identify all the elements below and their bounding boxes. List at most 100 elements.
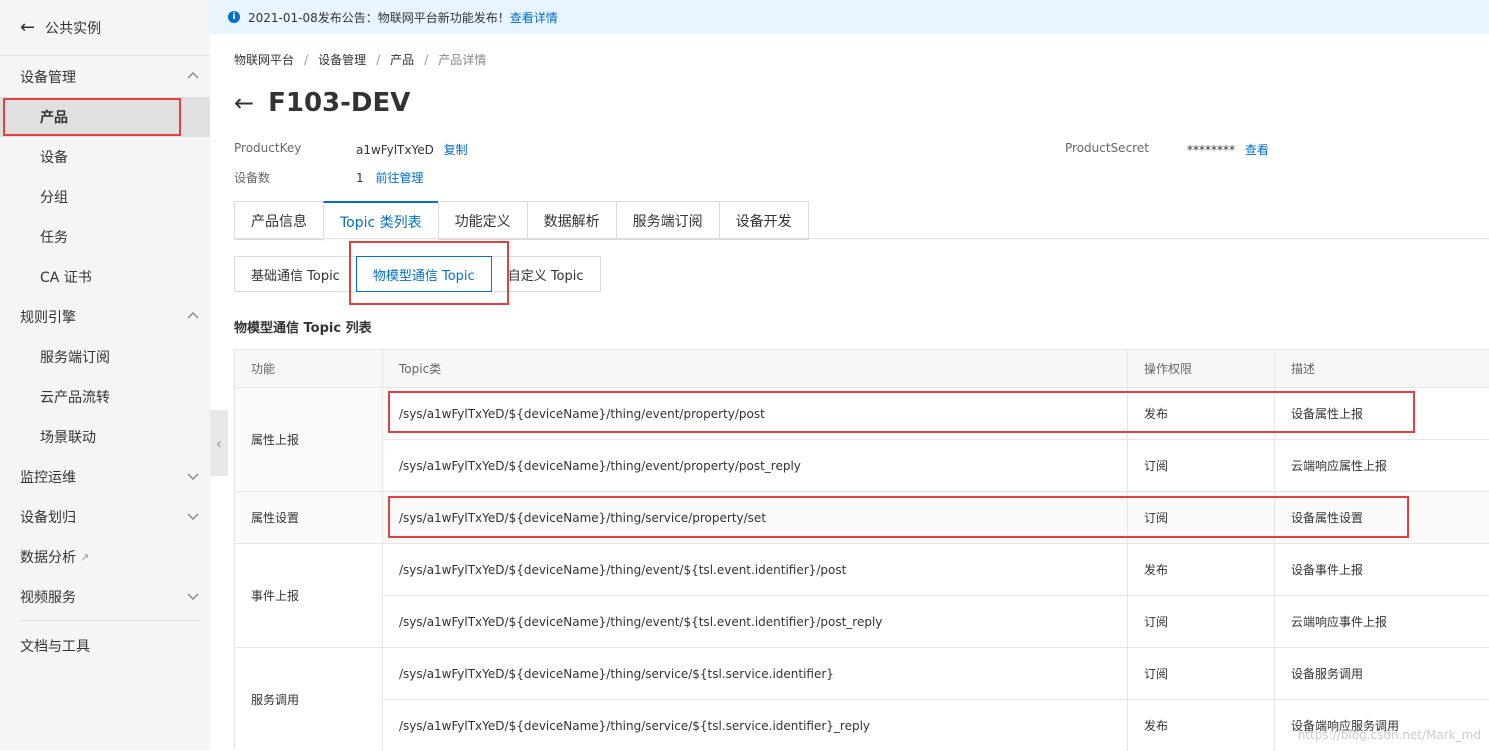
back-to-instance[interactable]: ← 公共实例 bbox=[0, 0, 210, 56]
tab-product-info[interactable]: 产品信息 bbox=[234, 201, 323, 240]
description-cell: 设备属性设置 bbox=[1275, 492, 1489, 544]
topic-cell: /sys/a1wFylTxYeD/${deviceName}/thing/eve… bbox=[383, 440, 1128, 492]
function-cell: 事件上报 bbox=[235, 544, 383, 648]
sidebar-group-label: 视频服务 bbox=[20, 590, 76, 606]
description-cell: 设备服务调用 bbox=[1275, 648, 1489, 700]
table-header-description: 描述 bbox=[1275, 350, 1489, 388]
device-count-row: 设备数 bbox=[234, 169, 270, 186]
chevron-down-icon bbox=[187, 513, 199, 520]
tab-function-definition[interactable]: 功能定义 bbox=[437, 201, 527, 240]
topic-subtabs: 基础通信 Topic 物模型通信 Topic 自定义 Topic bbox=[234, 256, 601, 292]
sidebar-group-data-analysis[interactable]: 数据分析 ↗ bbox=[0, 537, 210, 577]
sidebar-group-device-allocation[interactable]: 设备划归 bbox=[0, 497, 210, 537]
breadcrumb-item[interactable]: 设备管理 bbox=[318, 53, 366, 67]
function-cell: 属性设置 bbox=[235, 492, 383, 544]
product-key-value: a1wFylTxYeD bbox=[356, 143, 434, 157]
sidebar-group-rule-engine[interactable]: 规则引擎 bbox=[0, 297, 210, 337]
topic-table: 功能 Topic类 操作权限 描述 属性上报 /sys/a1wFylTxYeD/… bbox=[234, 349, 1489, 751]
permission-cell: 订阅 bbox=[1128, 648, 1275, 700]
sidebar-item-ca-cert[interactable]: CA 证书 bbox=[0, 257, 210, 297]
permission-cell: 发布 bbox=[1128, 388, 1275, 440]
announcement-bar: i 2021-01-08发布公告：物联网平台新功能发布！ 查看详情 bbox=[210, 0, 1489, 34]
product-tabs: 产品信息 Topic 类列表 功能定义 数据解析 服务端订阅 设备开发 bbox=[234, 201, 809, 241]
product-key-row: ProductKey bbox=[234, 141, 301, 155]
tab-label: 产品信息 bbox=[251, 213, 307, 230]
topic-cell: /sys/a1wFylTxYeD/${deviceName}/thing/ser… bbox=[383, 648, 1128, 700]
topic-cell: /sys/a1wFylTxYeD/${deviceName}/thing/eve… bbox=[383, 544, 1128, 596]
sidebar-group-video-service[interactable]: 视频服务 bbox=[0, 577, 210, 617]
subtab-basic-topic[interactable]: 基础通信 Topic bbox=[234, 256, 356, 292]
sidebar-item-group[interactable]: 分组 bbox=[0, 177, 210, 217]
sidebar-item-label: 云产品流转 bbox=[40, 390, 110, 406]
breadcrumb-separator: / bbox=[304, 53, 309, 67]
subtab-label: 自定义 Topic bbox=[507, 268, 584, 284]
subtab-label: 物模型通信 Topic bbox=[372, 268, 475, 284]
sidebar: ← 公共实例 设备管理 产品 设备 分组 任务 CA 证书 规则引擎 服务端订阅… bbox=[0, 0, 210, 750]
sidebar-item-label: 任务 bbox=[40, 230, 68, 246]
topic-cell: /sys/a1wFylTxYeD/${deviceName}/thing/eve… bbox=[383, 388, 1128, 440]
breadcrumb-item[interactable]: 物联网平台 bbox=[234, 53, 294, 67]
info-icon: i bbox=[228, 11, 240, 23]
sidebar-group-label: 设备划归 bbox=[20, 510, 76, 526]
arrow-left-icon: ← bbox=[20, 17, 36, 38]
table-header-permission: 操作权限 bbox=[1128, 350, 1275, 388]
sidebar-item-data-forwarding[interactable]: 云产品流转 bbox=[0, 377, 210, 417]
topic-cell: /sys/a1wFylTxYeD/${deviceName}/thing/ser… bbox=[383, 700, 1128, 751]
sidebar-item-product[interactable]: 产品 bbox=[0, 97, 210, 137]
chevron-up-icon bbox=[187, 312, 199, 319]
topic-cell: /sys/a1wFylTxYeD/${deviceName}/thing/eve… bbox=[383, 596, 1128, 648]
subtab-label: 基础通信 Topic bbox=[251, 268, 340, 284]
sidebar-collapse-handle[interactable]: ‹ bbox=[210, 410, 228, 476]
page-header: ← F103-DEV bbox=[234, 88, 410, 118]
sidebar-group-label: 数据分析 bbox=[20, 550, 76, 566]
tab-label: 设备开发 bbox=[735, 213, 792, 230]
product-key-value-row: a1wFylTxYeD 复制 bbox=[356, 141, 468, 158]
permission-cell: 订阅 bbox=[1128, 596, 1275, 648]
description-cell: 云端响应属性上报 bbox=[1275, 440, 1489, 492]
back-arrow-icon[interactable]: ← bbox=[234, 89, 254, 117]
sidebar-item-label: 设备 bbox=[40, 150, 68, 166]
page-title: F103-DEV bbox=[268, 88, 411, 118]
function-cell: 属性上报 bbox=[235, 388, 383, 492]
breadcrumb-item-current: 产品详情 bbox=[438, 53, 487, 67]
breadcrumb-item[interactable]: 产品 bbox=[390, 53, 414, 67]
breadcrumb-separator: / bbox=[424, 53, 429, 67]
announcement-link[interactable]: 查看详情 bbox=[510, 9, 558, 26]
subtab-custom-topic[interactable]: 自定义 Topic bbox=[491, 256, 601, 292]
device-count-label: 设备数 bbox=[234, 171, 271, 185]
view-secret-link[interactable]: 查看 bbox=[1245, 143, 1269, 157]
sidebar-group-label: 监控运维 bbox=[20, 470, 76, 486]
tab-label: 数据解析 bbox=[543, 213, 600, 230]
breadcrumb-separator: / bbox=[376, 53, 381, 67]
sidebar-group-label: 设备管理 bbox=[20, 70, 76, 86]
sidebar-group-monitoring[interactable]: 监控运维 bbox=[0, 457, 210, 497]
tab-device-development[interactable]: 设备开发 bbox=[718, 201, 809, 240]
sidebar-item-server-subscription[interactable]: 服务端订阅 bbox=[0, 337, 210, 377]
chevron-left-icon: ‹ bbox=[215, 433, 223, 453]
tab-topic-list[interactable]: Topic 类列表 bbox=[323, 201, 438, 241]
sidebar-item-label: CA 证书 bbox=[40, 270, 92, 286]
subtab-thing-model-topic[interactable]: 物模型通信 Topic bbox=[355, 256, 492, 292]
instance-label: 公共实例 bbox=[45, 20, 102, 37]
description-cell: 设备端响应服务调用 bbox=[1291, 719, 1400, 733]
sidebar-item-task[interactable]: 任务 bbox=[0, 217, 210, 257]
sidebar-item-scene-linkage[interactable]: 场景联动 bbox=[0, 417, 210, 457]
table-header-function: 功能 bbox=[235, 350, 383, 388]
topic-cell: /sys/a1wFylTxYeD/${deviceName}/thing/ser… bbox=[383, 492, 1128, 544]
copy-link[interactable]: 复制 bbox=[444, 143, 468, 157]
product-key-label: ProductKey bbox=[234, 141, 302, 155]
sidebar-item-device[interactable]: 设备 bbox=[0, 137, 210, 177]
breadcrumb: 物联网平台 / 设备管理 / 产品 / 产品详情 bbox=[234, 51, 486, 68]
product-secret-label: ProductSecret bbox=[1065, 141, 1149, 155]
tab-label: Topic 类列表 bbox=[340, 214, 422, 231]
tab-server-subscription[interactable]: 服务端订阅 bbox=[615, 201, 719, 240]
description-cell: 云端响应事件上报 bbox=[1275, 596, 1489, 648]
manage-devices-link[interactable]: 前往管理 bbox=[375, 171, 423, 185]
sidebar-group-device-management[interactable]: 设备管理 bbox=[0, 57, 210, 97]
sidebar-item-label: 场景联动 bbox=[40, 430, 96, 446]
sidebar-item-label: 文档与工具 bbox=[20, 639, 90, 655]
sidebar-item-docs-tools[interactable]: 文档与工具 bbox=[0, 626, 210, 666]
tab-data-parsing[interactable]: 数据解析 bbox=[526, 201, 616, 240]
description-cell: 设备事件上报 bbox=[1275, 544, 1489, 596]
chevron-down-icon bbox=[187, 593, 199, 600]
